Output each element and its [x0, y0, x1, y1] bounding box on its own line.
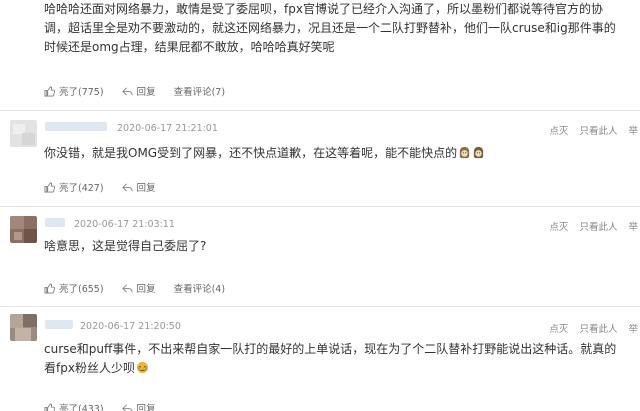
avatar[interactable] [10, 216, 37, 243]
only-author-button[interactable]: 只看此人 [579, 126, 617, 137]
reply-label: 回复 [136, 404, 156, 411]
comment-text: 啥意思，这是觉得自己委屈了? [44, 239, 207, 253]
reply-button[interactable]: 回复 [121, 180, 156, 194]
comment-actions: 亮了(655) 回复 查看评论(4) [44, 281, 225, 295]
reply-arrow-icon [121, 183, 133, 191]
comment-text: 你没错，就是我OMG受到了网暴，还不快点道歉，在这等着呢，能不能快点的 [44, 144, 485, 163]
comment-side-actions: 点灭 只看此人 举 [541, 321, 638, 335]
reply-arrow-icon [121, 87, 133, 95]
like-button[interactable]: 亮了(775) [44, 84, 104, 98]
comment-feed: 哈哈哈还面对网络暴力，敢情是受了委屈呗，fpx官博说了已经介入沟通了，所以墨粉们… [0, 0, 640, 411]
divider [0, 206, 640, 207]
comment-text-line: 看fpx粉丝人少呗 [44, 359, 149, 378]
thumb-up-icon [44, 283, 55, 293]
comment-actions: 亮了(775) 回复 查看评论(7) [44, 84, 225, 98]
like-button[interactable]: 亮了(655) [44, 281, 104, 295]
thumb-up-icon [44, 403, 55, 411]
comment-text-line: 时候还是omg占理，结果屁都不敢放，哈哈哈真好笑呢 [44, 40, 335, 54]
report-button[interactable]: 举 [628, 324, 638, 335]
thumb-up-icon [44, 182, 55, 192]
dislike-button[interactable]: 点灭 [549, 324, 568, 335]
comment-text-line: curse和puff事件，不出来帮自家一队打的最好的上单说话，现在为了个二队替补… [44, 342, 617, 356]
comment-text-body: 看fpx粉丝人少呗 [44, 361, 135, 375]
avatar[interactable] [10, 120, 37, 147]
face-emoji-icon [459, 146, 470, 159]
report-button[interactable]: 举 [628, 222, 638, 233]
reply-button[interactable]: 回复 [121, 401, 156, 411]
only-author-button[interactable]: 只看此人 [579, 222, 617, 233]
reply-button[interactable]: 回复 [121, 281, 156, 295]
comment-text-body: 你没错，就是我OMG受到了网暴，还不快点道歉，在这等着呢，能不能快点的 [44, 146, 458, 160]
face-emoji-icon [473, 146, 484, 159]
comment-actions: 亮了(433) 回复 [44, 401, 156, 411]
face-emoji-icon [136, 361, 149, 374]
reply-arrow-icon [121, 284, 133, 292]
comment-side-actions: 点灭 只看此人 举 [541, 123, 638, 137]
reply-label: 回复 [136, 183, 156, 194]
username-blurred[interactable] [45, 122, 107, 131]
like-count: 亮了(433) [59, 404, 104, 411]
like-count: 亮了(655) [59, 284, 104, 295]
divider [0, 110, 640, 111]
comment-actions: 亮了(427) 回复 [44, 180, 156, 194]
comment-text-line: 调，超话里全是劝不要激动的，就这还网络暴力，况且还是一个二队打野替补，他们一队c… [44, 21, 616, 35]
reply-label: 回复 [136, 284, 156, 295]
comment-timestamp: 2020-06-17 21:20:50 [80, 321, 181, 332]
report-button[interactable]: 举 [628, 126, 638, 137]
divider [0, 306, 640, 307]
like-button[interactable]: 亮了(427) [44, 180, 104, 194]
thumb-up-icon [44, 86, 55, 96]
like-button[interactable]: 亮了(433) [44, 401, 104, 411]
dislike-button[interactable]: 点灭 [549, 126, 568, 137]
comment-text-line: 哈哈哈还面对网络暴力，敢情是受了委屈呗，fpx官博说了已经介入沟通了，所以墨粉们… [44, 2, 603, 16]
dislike-button[interactable]: 点灭 [549, 222, 568, 233]
reply-arrow-icon [121, 404, 132, 411]
comment-timestamp: 2020-06-17 21:03:11 [74, 219, 175, 230]
only-author-button[interactable]: 只看此人 [579, 324, 617, 335]
comment-timestamp: 2020-06-17 21:21:01 [117, 123, 218, 134]
username-blurred[interactable] [45, 218, 65, 227]
avatar[interactable] [10, 314, 37, 341]
like-count: 亮了(427) [59, 183, 104, 194]
username-blurred[interactable] [45, 320, 73, 329]
reply-button[interactable]: 回复 [121, 84, 156, 98]
like-count: 亮了(775) [59, 87, 104, 98]
reply-label: 回复 [136, 87, 156, 98]
view-comments-link[interactable]: 查看评论(4) [174, 281, 225, 295]
view-comments-link[interactable]: 查看评论(7) [174, 84, 225, 98]
comment-side-actions: 点灭 只看此人 举 [541, 219, 638, 233]
